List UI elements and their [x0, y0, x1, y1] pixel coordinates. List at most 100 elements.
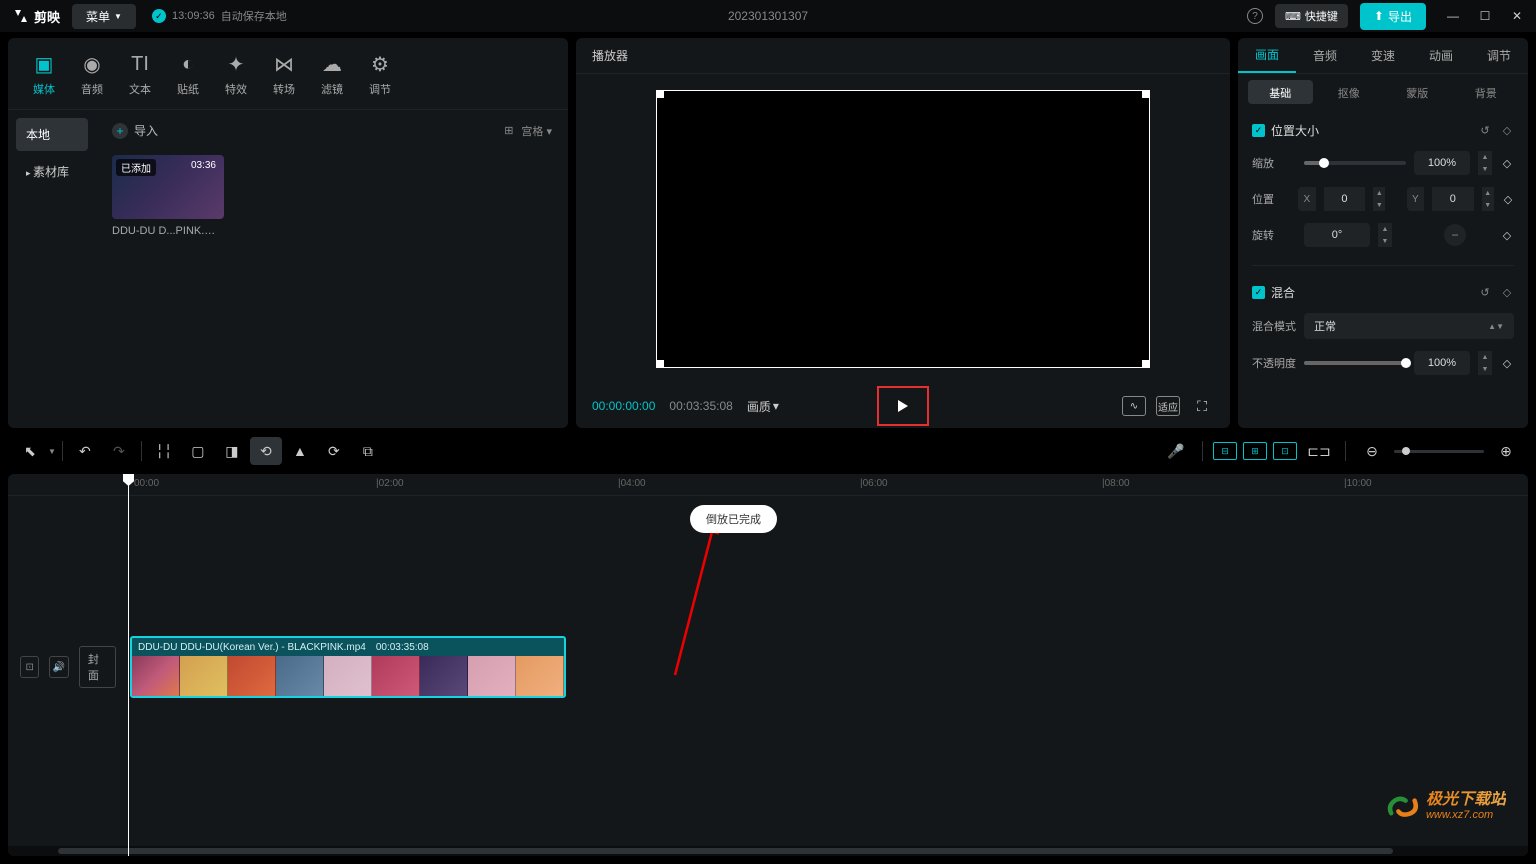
pos-keyframe[interactable]: ◇: [1502, 192, 1514, 206]
timeline-clip-name: DDU-DU DDU-DU(Korean Ver.) - BLACKPINK.m…: [138, 642, 366, 653]
play-button[interactable]: [877, 386, 929, 426]
app-logo: 剪映: [12, 7, 60, 26]
snap-align[interactable]: ⊞: [1243, 442, 1267, 460]
ptab-adjust[interactable]: 调节: [1470, 38, 1528, 73]
sidebar-item-local[interactable]: 本地: [16, 118, 88, 151]
scale-up[interactable]: ▲: [1478, 151, 1492, 163]
tab-text[interactable]: TI文本: [122, 48, 158, 109]
ptab-audio[interactable]: 音频: [1296, 38, 1354, 73]
redo-button[interactable]: ↷: [103, 437, 135, 465]
crop-tool[interactable]: ◨: [216, 437, 248, 465]
scale-keyframe[interactable]: ◇: [1500, 156, 1514, 170]
waveform-button[interactable]: ∿: [1122, 396, 1146, 416]
select-tool[interactable]: ⬉: [14, 437, 46, 465]
tab-transition[interactable]: ⋈转场: [266, 48, 302, 109]
effects-icon: ✦: [224, 52, 248, 76]
blend-checkbox[interactable]: ✓: [1252, 286, 1265, 299]
blend-mode-select[interactable]: 正常▲▼: [1304, 313, 1514, 339]
rotate-keyframe[interactable]: ◇: [1500, 228, 1514, 242]
added-badge: 已添加: [116, 159, 156, 176]
zoom-in[interactable]: ⊕: [1490, 437, 1522, 465]
help-icon[interactable]: ?: [1247, 8, 1263, 24]
lock-track-button[interactable]: ⊡: [20, 656, 39, 678]
delete-tool[interactable]: ▢: [182, 437, 214, 465]
rotate-input[interactable]: 0°: [1304, 223, 1370, 247]
scale-input[interactable]: 100%: [1414, 151, 1470, 175]
split-tool[interactable]: ╎╎: [148, 437, 180, 465]
plus-icon: +: [112, 123, 128, 139]
menu-button[interactable]: 菜单▼: [72, 4, 136, 29]
y-label: Y: [1407, 187, 1424, 211]
pstab-mask[interactable]: 蒙版: [1385, 80, 1450, 104]
reset-icon[interactable]: ↺: [1478, 124, 1492, 138]
rotate-reset[interactable]: −: [1444, 224, 1466, 246]
total-time: 00:03:35:08: [669, 399, 732, 413]
zoom-out[interactable]: ⊖: [1356, 437, 1388, 465]
timeline-clip[interactable]: DDU-DU DDU-DU(Korean Ver.) - BLACKPINK.m…: [130, 636, 566, 698]
position-label: 位置: [1252, 191, 1290, 207]
blend-label: 混合: [1271, 284, 1295, 301]
playhead[interactable]: [128, 474, 129, 856]
ratio-button[interactable]: 适应: [1156, 396, 1180, 416]
mic-button[interactable]: 🎤: [1160, 437, 1192, 465]
view-mode-select[interactable]: 宫格 ▾: [521, 123, 552, 139]
x-label: X: [1298, 187, 1315, 211]
blend-reset-icon[interactable]: ↺: [1478, 286, 1492, 300]
sticker-icon: ◐: [176, 52, 200, 76]
tab-media[interactable]: ▣媒体: [26, 48, 62, 109]
player-title: 播放器: [576, 38, 1230, 74]
clip-filename: DDU-DU D...PINK.mp4: [112, 225, 224, 237]
tab-audio[interactable]: ◉音频: [74, 48, 110, 109]
snap-cut[interactable]: ⊏⊐: [1303, 437, 1335, 465]
tab-sticker[interactable]: ◐贴纸: [170, 48, 206, 109]
crop-frame-tool[interactable]: ⧉: [352, 437, 384, 465]
mirror-tool[interactable]: ▲: [284, 437, 316, 465]
zoom-slider[interactable]: [1394, 450, 1484, 453]
close-button[interactable]: ✕: [1510, 9, 1524, 23]
export-button[interactable]: ⬆ 导出: [1360, 3, 1426, 30]
scale-down[interactable]: ▼: [1478, 163, 1492, 175]
snap-link[interactable]: ⊡: [1273, 442, 1297, 460]
blend-mode-label: 混合模式: [1252, 318, 1296, 334]
quality-select[interactable]: 画质 ▾: [747, 398, 779, 415]
adjust-icon: ⚙: [368, 52, 392, 76]
tab-adjust[interactable]: ⚙调节: [362, 48, 398, 109]
opacity-input[interactable]: 100%: [1414, 351, 1470, 375]
pstab-cutout[interactable]: 抠像: [1317, 80, 1382, 104]
snap-main[interactable]: ⊟: [1213, 442, 1237, 460]
y-input[interactable]: 0: [1432, 187, 1474, 211]
sidebar-item-library[interactable]: 素材库: [16, 155, 88, 188]
fullscreen-button[interactable]: ⛶: [1190, 396, 1214, 416]
cover-button[interactable]: 封面: [79, 646, 116, 688]
blend-keyframe-icon[interactable]: ◇: [1500, 286, 1514, 300]
rotate-tool[interactable]: ⟳: [318, 437, 350, 465]
reverse-tool[interactable]: ⟲: [250, 437, 282, 465]
media-clip[interactable]: 已添加 03:36 DDU-DU D...PINK.mp4: [112, 155, 224, 237]
ptab-video[interactable]: 画面: [1238, 38, 1296, 73]
minimize-button[interactable]: —: [1446, 9, 1460, 23]
pos-size-checkbox[interactable]: ✓: [1252, 124, 1265, 137]
horizontal-scrollbar[interactable]: [8, 846, 1528, 856]
x-input[interactable]: 0: [1324, 187, 1366, 211]
keyboard-icon: ⌨: [1285, 10, 1301, 23]
import-button[interactable]: + 导入: [112, 122, 158, 139]
maximize-button[interactable]: ☐: [1478, 9, 1492, 23]
project-title: 202301301307: [728, 9, 808, 23]
current-time: 00:00:00:00: [592, 399, 655, 413]
undo-button[interactable]: ↶: [69, 437, 101, 465]
tab-effects[interactable]: ✦特效: [218, 48, 254, 109]
mute-track-button[interactable]: 🔊: [49, 656, 68, 678]
opacity-slider[interactable]: [1304, 361, 1406, 365]
grid-view-icon[interactable]: ⊞: [504, 124, 513, 137]
ptab-speed[interactable]: 变速: [1354, 38, 1412, 73]
pstab-bg[interactable]: 背景: [1454, 80, 1519, 104]
shortcut-button[interactable]: ⌨ 快捷键: [1275, 4, 1348, 28]
preview-canvas[interactable]: [656, 90, 1150, 368]
ptab-anim[interactable]: 动画: [1412, 38, 1470, 73]
opacity-keyframe[interactable]: ◇: [1500, 356, 1514, 370]
pstab-basic[interactable]: 基础: [1248, 80, 1313, 104]
scale-slider[interactable]: [1304, 161, 1406, 165]
keyframe-icon[interactable]: ◇: [1500, 124, 1514, 138]
timeline-ruler[interactable]: 00:00 |02:00 |04:00 |06:00 |08:00 |10:00: [8, 474, 1528, 496]
tab-filter[interactable]: ☁滤镜: [314, 48, 350, 109]
